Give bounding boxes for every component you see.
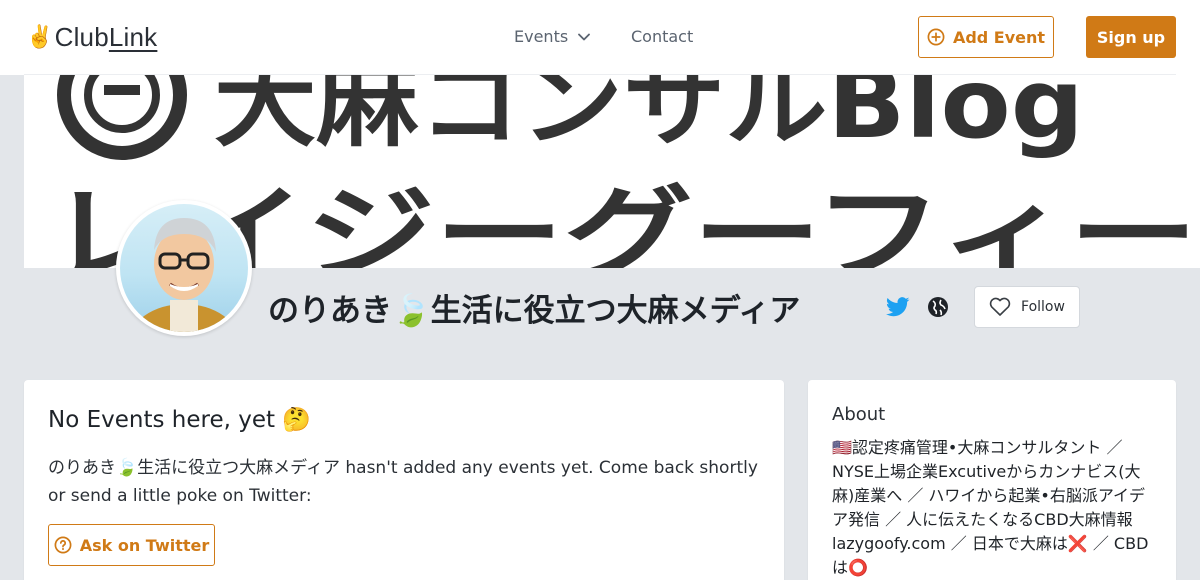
logo-club-text: Club (54, 22, 109, 52)
ask-on-twitter-button[interactable]: Ask on Twitter (48, 524, 215, 566)
top-nav: ✌️ Club Link Events Contact Add Event Si… (0, 0, 1200, 75)
follow-button[interactable]: Follow (974, 286, 1080, 328)
logo-link-text: Link (108, 22, 158, 52)
about-description: 🇺🇸認定疼痛管理•大麻コンサルタント ／ NYSE上場企業Excutiveからカ… (832, 438, 1149, 577)
banner-line1: 大麻コンサルBlog (214, 75, 1084, 160)
events-card: No Events here, yet 🤔 のりあき🍃生活に役立つ大麻メディア … (24, 380, 784, 580)
caricature-portrait (130, 218, 238, 332)
events-empty-title: No Events here, yet 🤔 (48, 407, 311, 433)
follow-label: Follow (1021, 299, 1065, 315)
twitter-icon[interactable] (886, 296, 910, 318)
chevron-down-icon (578, 33, 591, 40)
nav-contact-link[interactable]: Contact (631, 27, 693, 46)
add-event-label: Add Event (952, 27, 1046, 47)
clublink-logo[interactable]: ✌️ Club Link (26, 22, 157, 53)
sign-up-button[interactable]: Sign up (1086, 16, 1176, 58)
nav-events-dropdown[interactable]: Events (514, 27, 591, 46)
about-title: About (832, 404, 886, 425)
profile-avatar (116, 200, 252, 336)
nav-events-label: Events (514, 27, 569, 46)
globe-icon[interactable] (927, 296, 949, 318)
about-card: About 🇺🇸認定疼痛管理•大麻コンサルタント ／ NYSE上場企業Excut… (808, 380, 1176, 580)
ask-on-twitter-label: Ask on Twitter (79, 535, 210, 555)
profile-name: のりあき🍃生活に役立つ大麻メディア (268, 293, 801, 329)
plus-circle-icon (927, 28, 945, 46)
add-event-button[interactable]: Add Event (918, 16, 1054, 58)
question-circle-icon (54, 536, 72, 554)
heart-icon (989, 297, 1011, 316)
victory-hand-icon: ✌️ (26, 24, 54, 49)
events-empty-message: のりあき🍃生活に役立つ大麻メディア hasn't added any event… (48, 458, 758, 506)
